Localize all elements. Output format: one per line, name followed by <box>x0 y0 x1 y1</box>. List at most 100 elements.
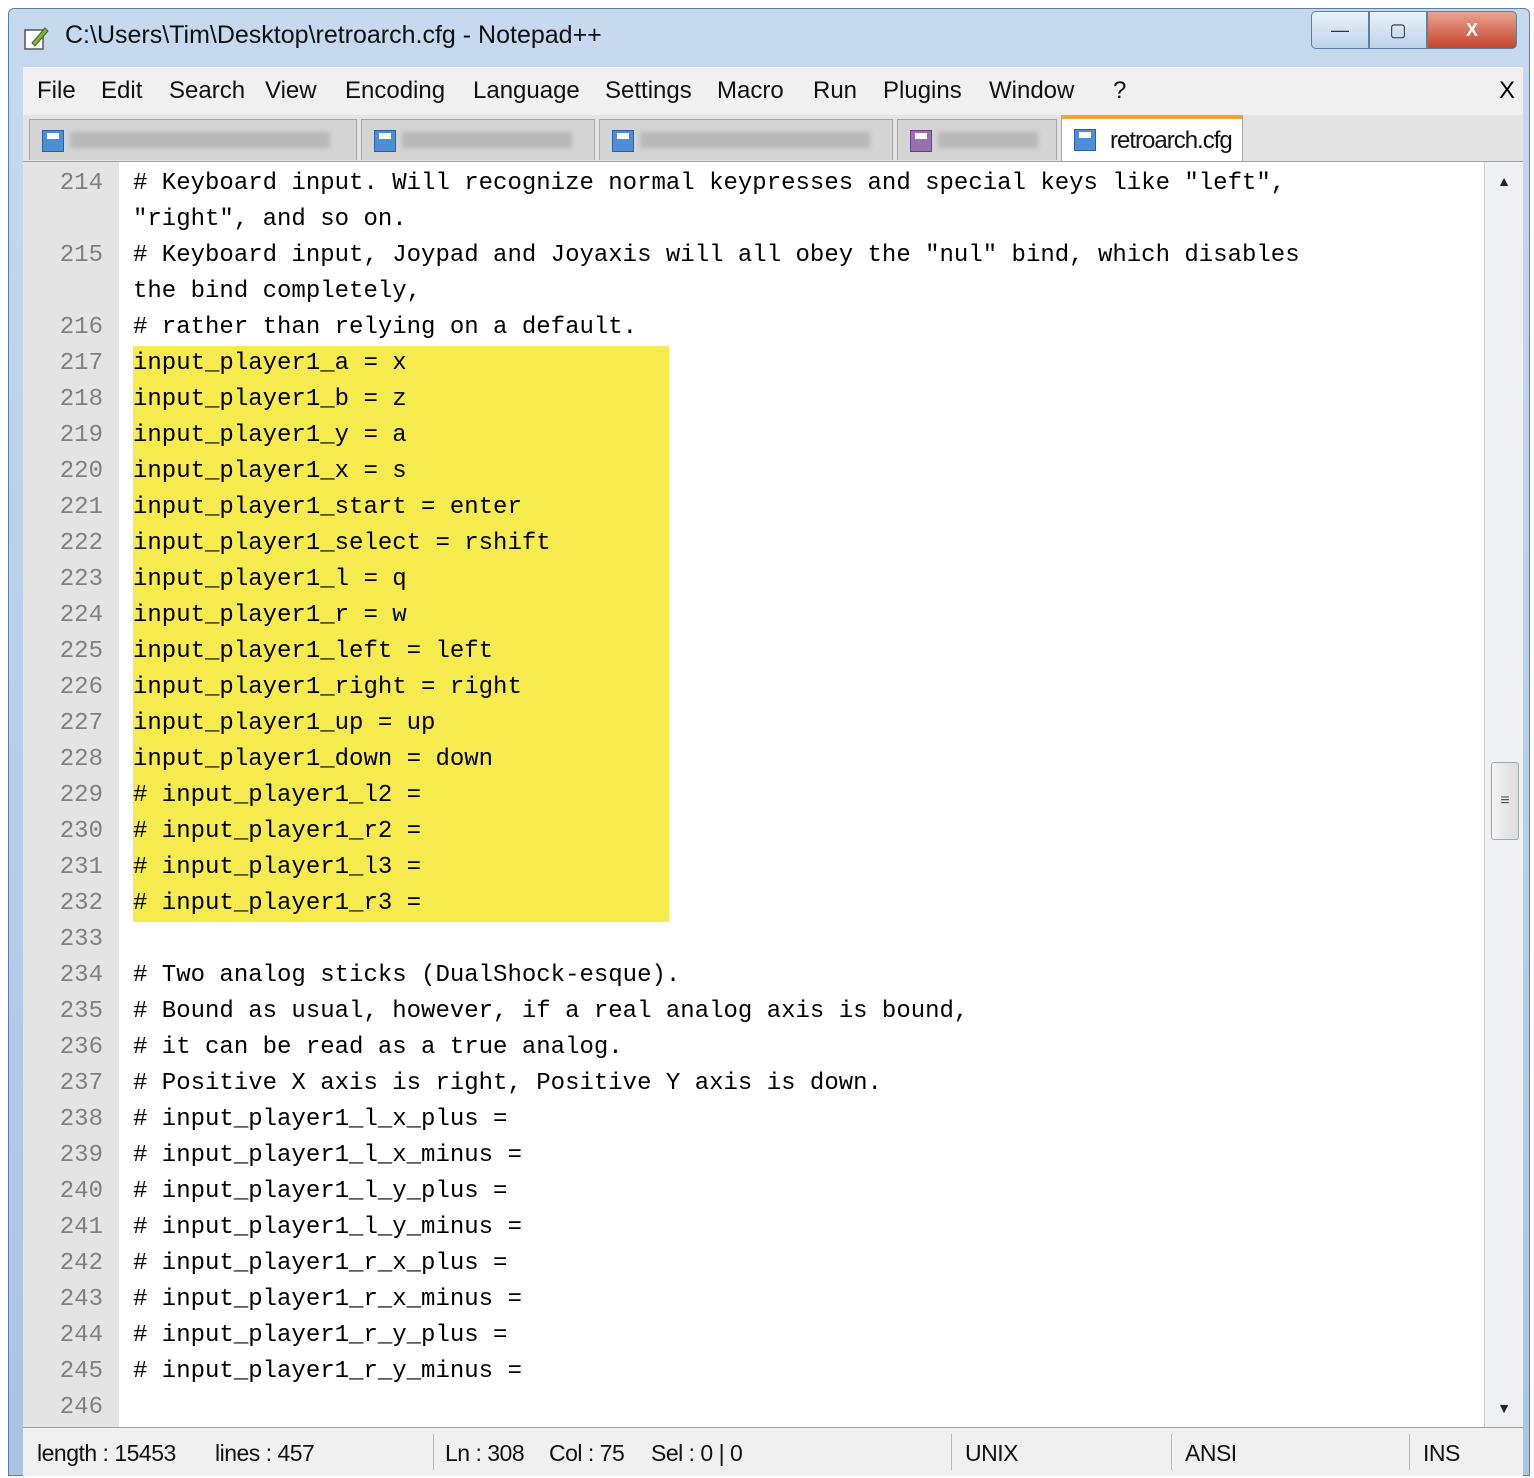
tab-document-3[interactable] <box>599 119 893 160</box>
minimize-button[interactable]: — <box>1311 11 1369 49</box>
code-line[interactable]: 236 # it can be read as a true analog. <box>23 1030 1483 1066</box>
grip-icon: ≡ <box>1500 792 1510 809</box>
line-number: 222 <box>59 530 103 557</box>
line-number: 233 <box>59 926 103 953</box>
highlighted-code-text: input_player1_b = z <box>133 382 669 418</box>
tab-document-4[interactable] <box>897 119 1057 160</box>
tab-retroarch-cfg[interactable]: retroarch.cfg <box>1061 115 1243 163</box>
highlighted-code-text: input_player1_l = q <box>133 562 669 598</box>
line-number: 229 <box>59 782 103 809</box>
line-number: 228 <box>59 746 103 773</box>
line-number: 216 <box>59 314 103 341</box>
close-window-button[interactable]: X <box>1427 11 1517 49</box>
status-eol-format[interactable]: UNIX <box>965 1440 1018 1467</box>
code-line[interactable]: 239 # input_player1_l_x_minus = <box>23 1138 1483 1174</box>
highlighted-code-text: input_player1_y = a <box>133 418 669 454</box>
code-line[interactable]: 227 input_player1_up = up <box>23 706 1483 742</box>
code-text: # rather than relying on a default. <box>133 314 638 341</box>
code-line[interactable]: 234 # Two analog sticks (DualShock-esque)… <box>23 958 1483 994</box>
code-line[interactable]: the bind completely, <box>23 274 1483 310</box>
blurred-tab-label <box>938 132 1038 148</box>
line-number: 231 <box>59 854 103 881</box>
menu-language[interactable]: Language <box>473 77 580 105</box>
title-bar[interactable]: C:\Users\Tim\Desktop\retroarch.cfg - Not… <box>9 9 1529 67</box>
code-text: # Bound as usual, however, if a real ana… <box>133 998 969 1025</box>
code-line[interactable]: 232 # input_player1_r3 = <box>23 886 1483 922</box>
code-text: "right", and so on. <box>133 206 407 233</box>
status-selection: Sel : 0 | 0 <box>651 1440 743 1466</box>
notepadpp-app-icon <box>24 27 49 50</box>
code-line[interactable]: 215 # Keyboard input, Joypad and Joyaxis … <box>23 238 1483 274</box>
line-number: 223 <box>59 566 103 593</box>
code-line[interactable]: 218 input_player1_b = z <box>23 382 1483 418</box>
scroll-up-icon[interactable]: ▲ <box>1485 162 1523 200</box>
highlighted-code-text: # input_player1_r2 = <box>133 814 669 850</box>
maximize-button[interactable]: ▢ <box>1369 11 1427 49</box>
code-line[interactable]: 246 <box>23 1390 1483 1426</box>
saved-file-icon <box>374 130 396 152</box>
code-line[interactable]: 214 # Keyboard input. Will recognize norm… <box>23 166 1483 202</box>
code-line[interactable]: 238 # input_player1_l_x_plus = <box>23 1102 1483 1138</box>
tab-document-2[interactable] <box>361 119 595 160</box>
code-text: # input_player1_l_y_minus = <box>133 1214 522 1241</box>
code-line[interactable]: 216 # rather than relying on a default. <box>23 310 1483 346</box>
code-line[interactable]: 223 input_player1_l = q <box>23 562 1483 598</box>
code-line[interactable]: 230 # input_player1_r2 = <box>23 814 1483 850</box>
code-line[interactable]: 243 # input_player1_r_x_minus = <box>23 1282 1483 1318</box>
code-line[interactable]: 222 input_player1_select = rshift <box>23 526 1483 562</box>
menu-view[interactable]: View <box>265 77 317 105</box>
code-line[interactable]: 231 # input_player1_l3 = <box>23 850 1483 886</box>
code-line[interactable]: 225 input_player1_left = left <box>23 634 1483 670</box>
status-line-number: Ln : 308 <box>445 1440 525 1466</box>
code-line[interactable]: 224 input_player1_r = w <box>23 598 1483 634</box>
minimize-icon: — <box>1331 19 1349 40</box>
menu-encoding[interactable]: Encoding <box>345 77 445 105</box>
status-insert-mode[interactable]: INS <box>1423 1440 1460 1467</box>
code-line[interactable]: 245 # input_player1_r_y_minus = <box>23 1354 1483 1390</box>
tab-document-1[interactable] <box>29 119 357 160</box>
code-line[interactable]: 244 # input_player1_r_y_plus = <box>23 1318 1483 1354</box>
line-number: 239 <box>59 1142 103 1169</box>
scroll-thumb[interactable]: ≡ <box>1491 762 1519 840</box>
saved-file-icon <box>1074 129 1096 151</box>
menu-run[interactable]: Run <box>813 77 857 105</box>
editor-area[interactable]: 214 # Keyboard input. Will recognize norm… <box>23 161 1523 1427</box>
highlighted-code-text: input_player1_right = right <box>133 670 669 706</box>
menu-edit[interactable]: Edit <box>101 77 142 105</box>
code-line[interactable]: 235 # Bound as usual, however, if a real … <box>23 994 1483 1030</box>
code-text: # input_player1_r_y_minus = <box>133 1358 522 1385</box>
highlighted-code-text: input_player1_down = down <box>133 742 669 778</box>
close-document-button[interactable]: X <box>1499 77 1515 105</box>
menu-settings[interactable]: Settings <box>605 77 692 105</box>
menu-bar: File Edit Search View Encoding Language … <box>23 67 1523 116</box>
scroll-down-icon[interactable]: ▼ <box>1485 1389 1523 1427</box>
code-line[interactable]: 217 input_player1_a = x <box>23 346 1483 382</box>
menu-file[interactable]: File <box>37 77 76 105</box>
menu-plugins[interactable]: Plugins <box>883 77 962 105</box>
code-line[interactable]: 220 input_player1_x = s <box>23 454 1483 490</box>
menu-macro[interactable]: Macro <box>717 77 784 105</box>
code-line[interactable]: "right", and so on. <box>23 202 1483 238</box>
code-line[interactable]: 237 # Positive X axis is right, Positive … <box>23 1066 1483 1102</box>
status-bar: length : 15453 lines : 457 Ln : 308 Col … <box>23 1427 1523 1476</box>
code-line[interactable]: 221 input_player1_start = enter <box>23 490 1483 526</box>
code-line[interactable]: 226 input_player1_right = right <box>23 670 1483 706</box>
code-line[interactable]: 229 # input_player1_l2 = <box>23 778 1483 814</box>
code-line[interactable]: 233 <box>23 922 1483 958</box>
code-line[interactable]: 242 # input_player1_r_x_plus = <box>23 1246 1483 1282</box>
line-number: 240 <box>59 1178 103 1205</box>
code-text: # it can be read as a true analog. <box>133 1034 623 1061</box>
menu-help[interactable]: ? <box>1113 77 1126 105</box>
notepadpp-window: C:\Users\Tim\Desktop\retroarch.cfg - Not… <box>8 8 1530 1476</box>
vertical-scrollbar[interactable]: ▲ ≡ ▼ <box>1484 162 1523 1427</box>
line-number: 234 <box>59 962 103 989</box>
menu-window[interactable]: Window <box>989 77 1074 105</box>
code-line[interactable]: 228 input_player1_down = down <box>23 742 1483 778</box>
tab-label: retroarch.cfg <box>1110 127 1233 154</box>
code-line[interactable]: 241 # input_player1_l_y_minus = <box>23 1210 1483 1246</box>
menu-search[interactable]: Search <box>169 77 245 105</box>
line-number: 221 <box>59 494 103 521</box>
code-line[interactable]: 219 input_player1_y = a <box>23 418 1483 454</box>
code-line[interactable]: 240 # input_player1_l_y_plus = <box>23 1174 1483 1210</box>
unsaved-file-icon <box>910 130 932 152</box>
